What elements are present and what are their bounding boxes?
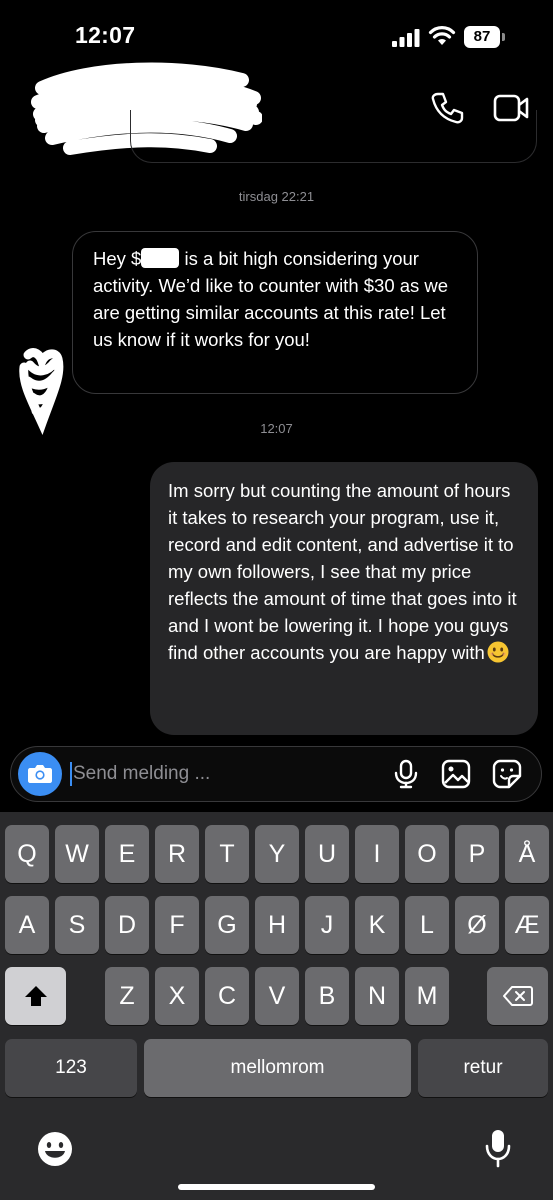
- status-time: 12:07: [75, 22, 136, 48]
- key-u[interactable]: U: [305, 825, 349, 883]
- backspace-key[interactable]: [487, 967, 548, 1025]
- key-i[interactable]: I: [355, 825, 399, 883]
- outgoing-message-text: Im sorry but counting the amount of hour…: [168, 480, 517, 663]
- key-r[interactable]: R: [155, 825, 199, 883]
- key-j[interactable]: J: [305, 896, 349, 954]
- emoji-keyboard-icon[interactable]: [36, 1130, 74, 1168]
- key-p[interactable]: P: [455, 825, 499, 883]
- camera-icon: [28, 765, 52, 783]
- key-z[interactable]: Z: [105, 967, 149, 1025]
- cellular-signal-icon: [392, 29, 420, 47]
- redacted-amount: [141, 248, 180, 268]
- key-x[interactable]: X: [155, 967, 199, 1025]
- previous-message-bubble: [130, 110, 537, 163]
- return-key[interactable]: retur: [418, 1039, 548, 1097]
- gallery-image-icon[interactable]: [441, 759, 471, 789]
- key-t[interactable]: T: [205, 825, 249, 883]
- on-screen-keyboard: Q W E R T Y U I O P Å A S D F G H J K L …: [0, 812, 553, 1200]
- key-ae[interactable]: Æ: [505, 896, 549, 954]
- key-k[interactable]: K: [355, 896, 399, 954]
- key-c[interactable]: C: [205, 967, 249, 1025]
- key-q[interactable]: Q: [5, 825, 49, 883]
- shift-key[interactable]: [5, 967, 66, 1025]
- incoming-message-bubble[interactable]: Hey $ is a bit high considering your act…: [72, 231, 478, 394]
- home-indicator: [178, 1184, 375, 1190]
- key-a[interactable]: A: [5, 896, 49, 954]
- numbers-key[interactable]: 123: [5, 1039, 137, 1097]
- timestamp-divider: tirsdag 22:21: [238, 189, 315, 204]
- key-v[interactable]: V: [255, 967, 299, 1025]
- key-w[interactable]: W: [55, 825, 99, 883]
- key-n[interactable]: N: [355, 967, 399, 1025]
- incoming-message-prefix: Hey $: [93, 248, 142, 269]
- key-oe[interactable]: Ø: [455, 896, 499, 954]
- text-caret: [70, 762, 72, 786]
- key-s[interactable]: S: [55, 896, 99, 954]
- key-b[interactable]: B: [305, 967, 349, 1025]
- key-e[interactable]: E: [105, 825, 149, 883]
- key-g[interactable]: G: [205, 896, 249, 954]
- dictation-microphone-icon[interactable]: [484, 1128, 512, 1168]
- outgoing-message-bubble[interactable]: Im sorry but counting the amount of hour…: [150, 462, 538, 735]
- key-m[interactable]: M: [405, 967, 449, 1025]
- camera-button[interactable]: [18, 752, 62, 796]
- wifi-icon: [428, 26, 456, 45]
- key-h[interactable]: H: [255, 896, 299, 954]
- microphone-icon[interactable]: [393, 759, 419, 789]
- key-o[interactable]: O: [405, 825, 449, 883]
- key-d[interactable]: D: [105, 896, 149, 954]
- key-aa[interactable]: Å: [505, 825, 549, 883]
- message-input[interactable]: Send melding ...: [73, 763, 210, 785]
- sticker-icon[interactable]: [492, 759, 522, 789]
- smiling-face-emoji-icon: [487, 641, 509, 663]
- key-l[interactable]: L: [405, 896, 449, 954]
- key-f[interactable]: F: [155, 896, 199, 954]
- timestamp-divider-2: 12:07: [260, 421, 293, 436]
- key-y[interactable]: Y: [255, 825, 299, 883]
- battery-indicator: 87: [464, 26, 508, 48]
- backspace-icon: [502, 986, 533, 1006]
- battery-level: 87: [464, 26, 500, 48]
- shift-arrow-icon: [24, 986, 47, 1006]
- space-key[interactable]: mellomrom: [144, 1039, 411, 1097]
